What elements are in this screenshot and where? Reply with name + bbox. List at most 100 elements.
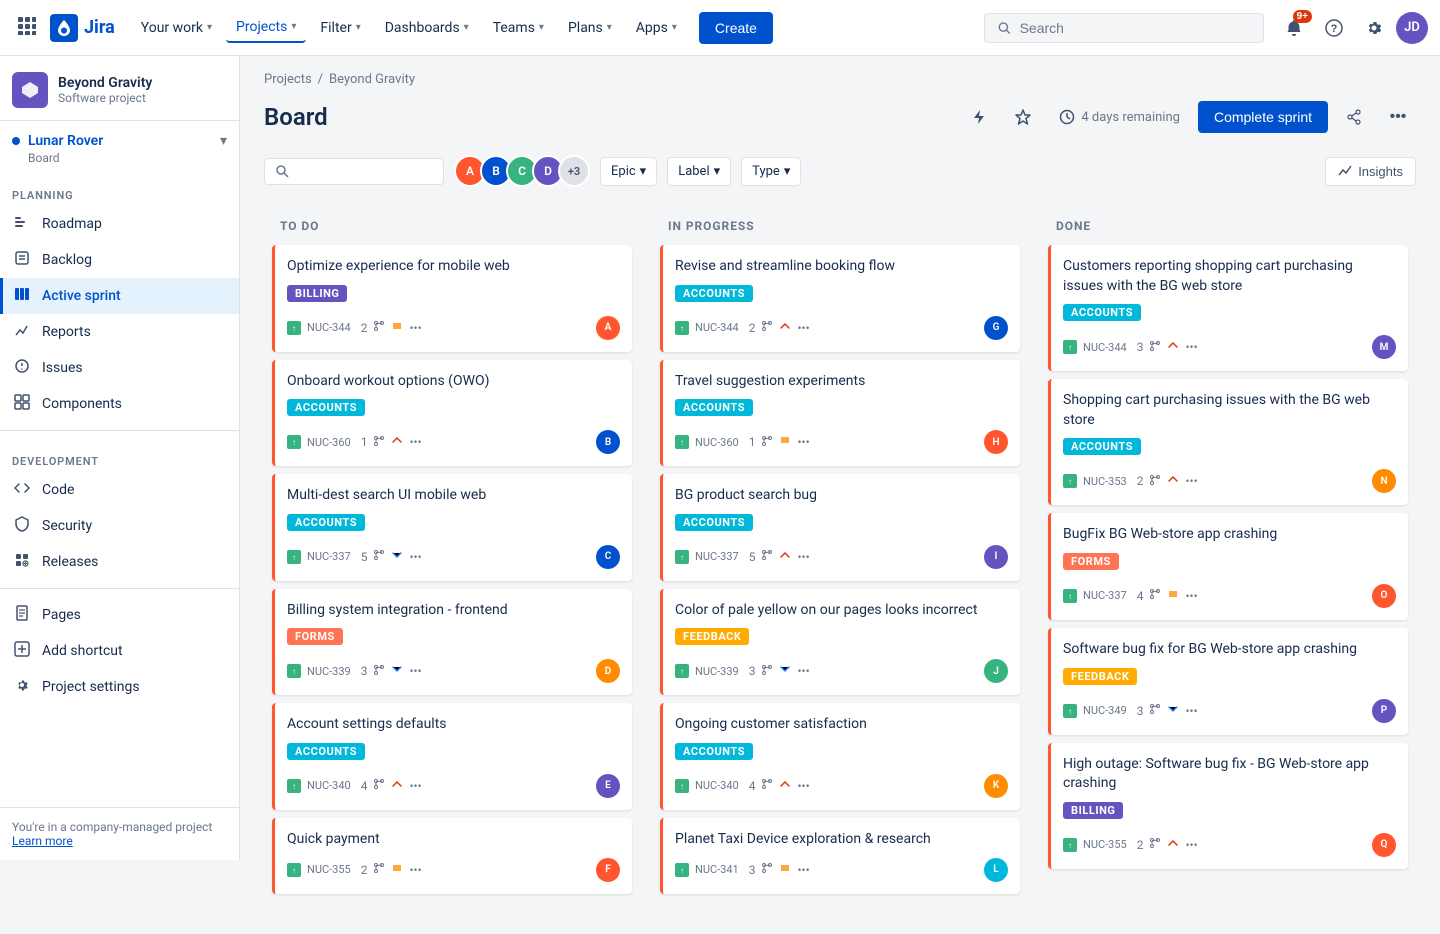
card-assignee: P [1372, 699, 1396, 723]
more-icon[interactable]: ••• [797, 321, 809, 335]
card-NUC-353[interactable]: Shopping cart purchasing issues with the… [1048, 379, 1408, 505]
user-avatar[interactable]: JD [1396, 12, 1428, 44]
breadcrumb-projects[interactable]: Projects [264, 72, 312, 87]
more-icon[interactable]: ••• [409, 321, 421, 335]
app-logo[interactable]: Jira [50, 14, 115, 42]
nav-dashboards[interactable]: Dashboards ▾ [375, 14, 479, 42]
sidebar: Beyond Gravity Software project Lunar Ro… [0, 56, 240, 860]
story-points: 2 [749, 321, 756, 335]
nav-filter[interactable]: Filter ▾ [310, 14, 370, 42]
priority-icon [391, 320, 403, 336]
breadcrumb-beyond-gravity[interactable]: Beyond Gravity [329, 72, 415, 87]
more-icon[interactable]: ••• [797, 664, 809, 678]
more-icon[interactable]: ••• [409, 664, 421, 678]
nav-plans[interactable]: Plans ▾ [558, 14, 622, 42]
chevron-down-icon: ▾ [356, 22, 361, 33]
card-NUC-360[interactable]: Travel suggestion experiments ACCOUNTS ↑… [660, 360, 1020, 467]
avatar-filter-more[interactable]: +3 [558, 155, 590, 187]
card-NUC-341[interactable]: Planet Taxi Device exploration & researc… [660, 818, 1020, 894]
active-sprint-item[interactable]: Lunar Rover ▾ [0, 121, 239, 149]
more-icon[interactable]: ••• [797, 435, 809, 449]
nav-teams[interactable]: Teams ▾ [483, 14, 554, 42]
label-filter[interactable]: Label ▾ [667, 157, 731, 186]
search-bar[interactable] [984, 13, 1264, 43]
sidebar-item-security[interactable]: Security [0, 508, 239, 544]
filter-search[interactable] [264, 158, 444, 185]
more-icon[interactable]: ••• [1185, 704, 1197, 718]
create-button[interactable]: Create [699, 12, 773, 44]
svg-text:↑: ↑ [680, 324, 684, 333]
more-icon[interactable]: ••• [409, 863, 421, 877]
app-name: Jira [84, 17, 115, 38]
nav-your-work[interactable]: Your work ▾ [131, 14, 222, 42]
card-meta: ↑ NUC-340 4 ••• E [287, 774, 620, 798]
epic-filter[interactable]: Epic ▾ [600, 157, 657, 186]
sidebar-item-releases[interactable]: Releases [0, 544, 239, 580]
card-NUC-355[interactable]: High outage: Software bug fix - BG Web-s… [1048, 743, 1408, 869]
card-NUC-337[interactable]: Multi-dest search UI mobile web ACCOUNTS… [272, 474, 632, 581]
issues-icon [12, 358, 32, 378]
card-assignee: O [1372, 584, 1396, 608]
card-NUC-340[interactable]: Account settings defaults ACCOUNTS ↑ NUC… [272, 703, 632, 810]
sidebar-label-pages: Pages [42, 607, 81, 623]
card-NUC-360[interactable]: Onboard workout options (OWO) ACCOUNTS ↑… [272, 360, 632, 467]
card-assignee: M [1372, 335, 1396, 359]
sidebar-item-issues[interactable]: Issues [0, 350, 239, 386]
more-icon[interactable]: ••• [409, 435, 421, 449]
complete-sprint-button[interactable]: Complete sprint [1198, 101, 1328, 133]
settings-button[interactable] [1356, 10, 1392, 46]
sidebar-item-active-sprint[interactable]: Active sprint [0, 278, 239, 314]
card-NUC-340[interactable]: Ongoing customer satisfaction ACCOUNTS ↑… [660, 703, 1020, 810]
more-icon[interactable]: ••• [409, 550, 421, 564]
card-NUC-344[interactable]: Optimize experience for mobile web BILLI… [272, 245, 632, 352]
star-button[interactable] [1005, 99, 1041, 135]
share-button[interactable] [1336, 99, 1372, 135]
type-filter[interactable]: Type ▾ [741, 157, 801, 186]
search-icon [997, 20, 1012, 36]
branch-icon [761, 862, 773, 877]
branch-icon [373, 320, 385, 335]
more-icon[interactable]: ••• [797, 779, 809, 793]
more-icon[interactable]: ••• [1185, 474, 1197, 488]
column-body-inprogress: Revise and streamline booking flow ACCOU… [652, 241, 1028, 910]
more-icon[interactable]: ••• [797, 550, 809, 564]
card-NUC-344[interactable]: Revise and streamline booking flow ACCOU… [660, 245, 1020, 352]
issue-type-icon: ↑ [287, 550, 301, 564]
help-button[interactable]: ? [1316, 10, 1352, 46]
issue-type-icon: ↑ [287, 321, 301, 335]
more-icon[interactable]: ••• [1185, 340, 1197, 354]
more-icon[interactable]: ••• [1185, 589, 1197, 603]
card-NUC-337[interactable]: BG product search bug ACCOUNTS ↑ NUC-337… [660, 474, 1020, 581]
sidebar-item-project-settings[interactable]: Project settings [0, 669, 239, 705]
grid-icon[interactable] [12, 11, 42, 45]
sidebar-item-components[interactable]: Components [0, 386, 239, 422]
more-icon[interactable]: ••• [1185, 838, 1197, 852]
insights-button[interactable]: Insights [1325, 157, 1416, 186]
sidebar-item-backlog[interactable]: Backlog [0, 242, 239, 278]
board-search-input[interactable] [295, 164, 415, 179]
card-NUC-355[interactable]: Quick payment ↑ NUC-355 2 ••• F [272, 818, 632, 894]
more-icon[interactable]: ••• [797, 863, 809, 877]
sidebar-item-add-shortcut[interactable]: Add shortcut [0, 633, 239, 669]
sidebar-item-code[interactable]: Code [0, 472, 239, 508]
search-input[interactable] [1020, 20, 1251, 36]
days-remaining: 4 days remaining [1049, 103, 1190, 131]
nav-apps[interactable]: Apps ▾ [626, 14, 687, 42]
lightning-button[interactable] [961, 99, 997, 135]
nav-projects[interactable]: Projects ▾ [226, 13, 306, 43]
learn-more-link[interactable]: Learn more [12, 834, 73, 848]
card-NUC-344[interactable]: Customers reporting shopping cart purcha… [1048, 245, 1408, 371]
more-button[interactable]: ••• [1380, 99, 1416, 135]
card-title: Quick payment [287, 830, 620, 850]
chevron-down-icon: ▾ [220, 133, 227, 149]
sidebar-item-pages[interactable]: Pages [0, 597, 239, 633]
sidebar-item-reports[interactable]: Reports [0, 314, 239, 350]
project-name: Beyond Gravity [58, 75, 152, 91]
more-icon[interactable]: ••• [409, 779, 421, 793]
card-NUC-339[interactable]: Billing system integration - frontend FO… [272, 589, 632, 696]
card-NUC-349[interactable]: Software bug fix for BG Web-store app cr… [1048, 628, 1408, 735]
card-NUC-337[interactable]: BugFix BG Web-store app crashing FORMS ↑… [1048, 513, 1408, 620]
sidebar-item-roadmap[interactable]: Roadmap [0, 206, 239, 242]
card-NUC-339[interactable]: Color of pale yellow on our pages looks … [660, 589, 1020, 696]
notifications-button[interactable]: 9+ [1276, 10, 1312, 46]
